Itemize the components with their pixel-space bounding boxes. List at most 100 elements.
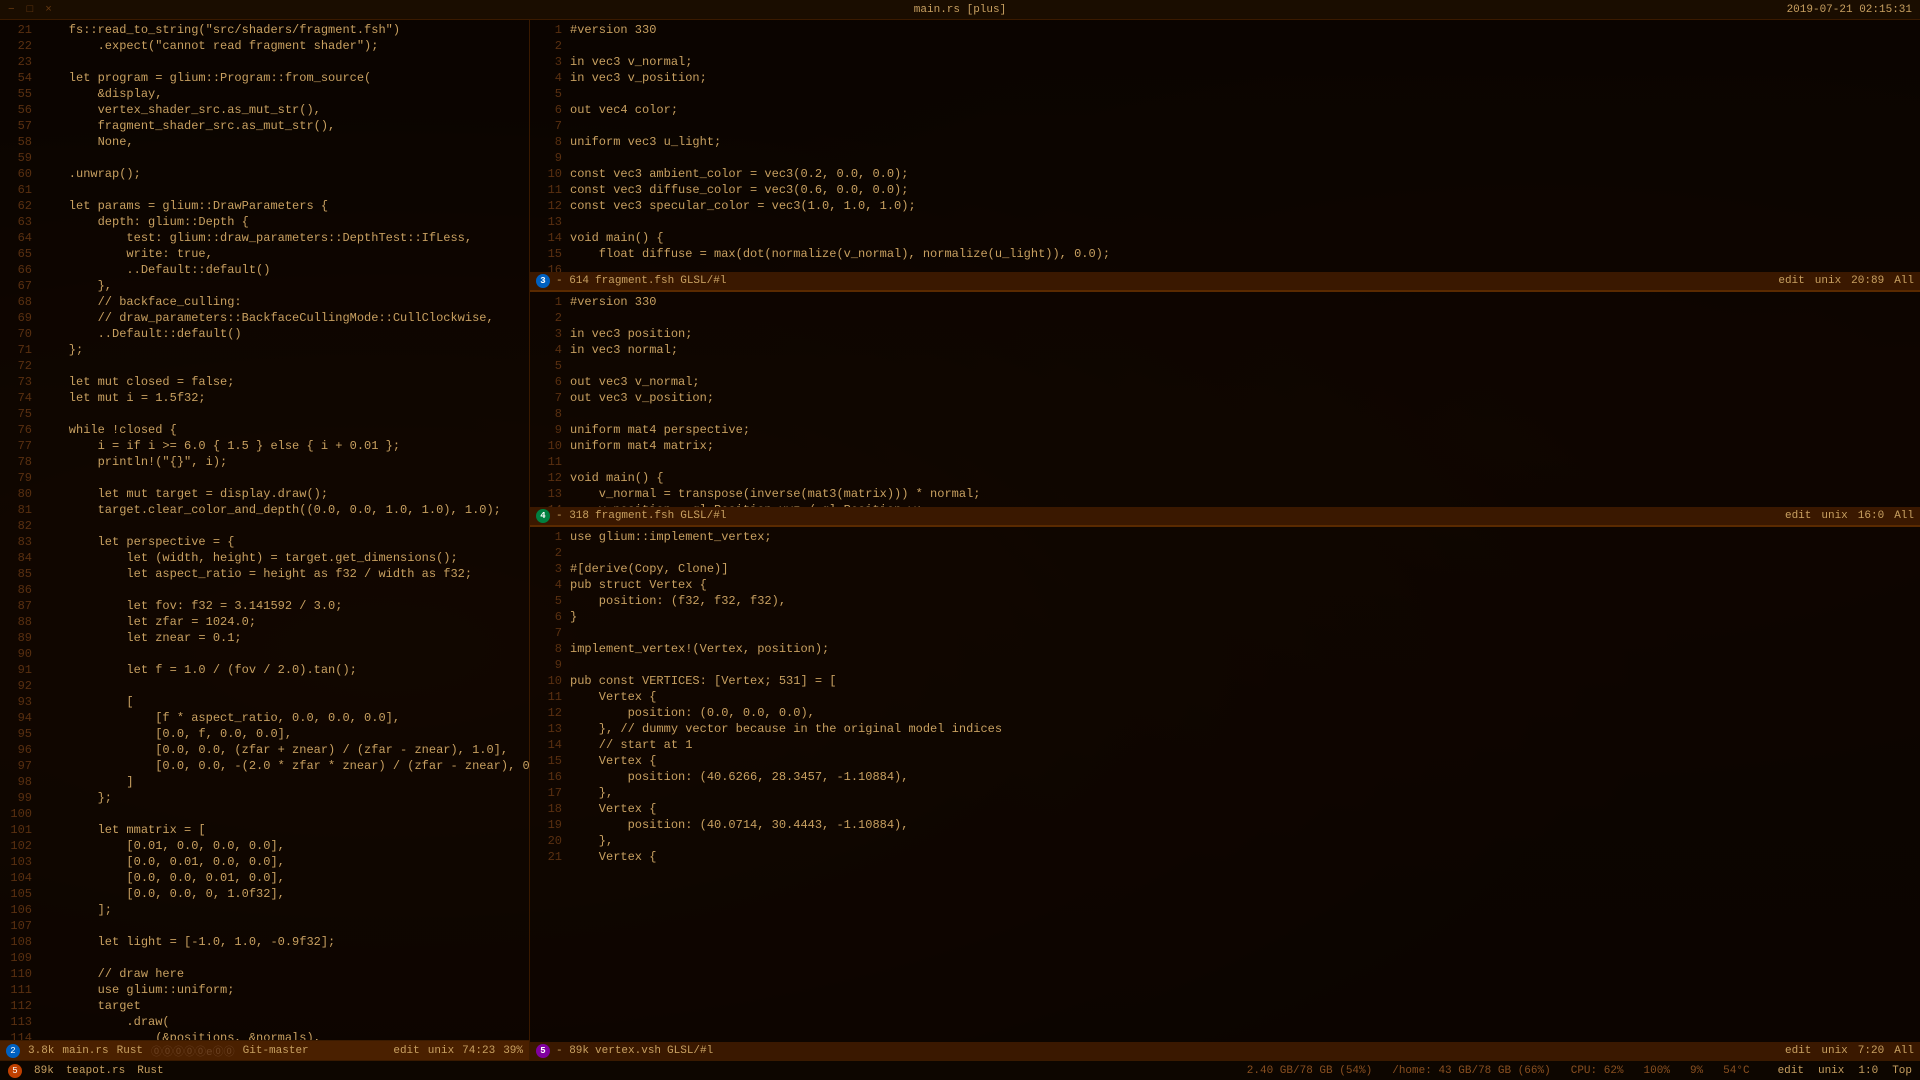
- line-text: [570, 454, 1920, 470]
- code-line: 87 let fov: f32 = 3.141592 / 3.0;: [0, 598, 529, 614]
- line-text: [40, 918, 529, 934]
- line-text: let light = [-1.0, 1.0, -0.9f32];: [40, 934, 529, 950]
- line-text: [570, 545, 1920, 561]
- line-number: 9: [530, 150, 570, 166]
- line-number: 57: [0, 118, 40, 134]
- line-number: 69: [0, 310, 40, 326]
- line-number: 12: [530, 705, 570, 721]
- line-text: let f = 1.0 / (fov / 2.0).tan();: [40, 662, 529, 678]
- line-number: 99: [0, 790, 40, 806]
- right-pane: 1#version 33023in vec3 v_normal;4in vec3…: [530, 20, 1920, 1060]
- line-number: 62: [0, 198, 40, 214]
- right-bot-filetype: GLSL/#l: [667, 1045, 713, 1057]
- line-text: [0.0, 0.01, 0.0, 0.0],: [40, 854, 529, 870]
- close-button[interactable]: ×: [45, 4, 52, 16]
- left-branch: Git-master: [243, 1045, 309, 1057]
- left-encoding: unix: [428, 1045, 454, 1057]
- code-line: 92: [0, 678, 529, 694]
- line-text: position: (40.0714, 30.4443, -1.10884),: [570, 817, 1920, 833]
- line-text: .draw(: [40, 1014, 529, 1030]
- minimize-button[interactable]: −: [8, 4, 15, 16]
- code-line: 64 test: glium::draw_parameters::DepthTe…: [0, 230, 529, 246]
- line-text: [40, 54, 529, 70]
- line-number: 5: [530, 358, 570, 374]
- code-line: 111 use glium::uniform;: [0, 982, 529, 998]
- line-text: [40, 182, 529, 198]
- right-top-panel: 1#version 33023in vec3 v_normal;4in vec3…: [530, 20, 1920, 290]
- code-line: 12void main() {: [530, 470, 1920, 486]
- code-line: 59: [0, 150, 529, 166]
- code-line: 56 vertex_shader_src.as_mut_str(),: [0, 102, 529, 118]
- line-number: 106: [0, 902, 40, 918]
- code-line: 90: [0, 646, 529, 662]
- line-text: depth: glium::Depth {: [40, 214, 529, 230]
- right-bot-panel: 1use glium::implement_vertex;23#[derive(…: [530, 525, 1920, 1060]
- right-mid-code[interactable]: 1#version 33023in vec3 position;4in vec3…: [530, 292, 1920, 507]
- line-number: 67: [0, 278, 40, 294]
- line-number: 3: [530, 326, 570, 342]
- line-text: [40, 406, 529, 422]
- line-text: ];: [40, 902, 529, 918]
- line-text: [570, 262, 1920, 272]
- right-top-filetype: GLSL/#l: [680, 275, 726, 287]
- right-bot-code[interactable]: 1use glium::implement_vertex;23#[derive(…: [530, 527, 1920, 1042]
- line-text: },: [40, 278, 529, 294]
- line-number: 64: [0, 230, 40, 246]
- code-line: 70 ..Default::default(): [0, 326, 529, 342]
- line-text: },: [570, 785, 1920, 801]
- code-line: 2: [530, 38, 1920, 54]
- line-text: let perspective = {: [40, 534, 529, 550]
- code-line: 74 let mut i = 1.5f32;: [0, 390, 529, 406]
- line-number: 9: [530, 657, 570, 673]
- right-top-status-right: edit unix 20:89 All: [1778, 275, 1914, 287]
- code-line: 16 position: (40.6266, 28.3457, -1.10884…: [530, 769, 1920, 785]
- bottom-right-status: edit unix 1:0 Top: [1778, 1065, 1912, 1077]
- line-number: 10: [530, 438, 570, 454]
- line-text: ..Default::default(): [40, 262, 529, 278]
- line-number: 3: [530, 561, 570, 577]
- line-text: let params = glium::DrawParameters {: [40, 198, 529, 214]
- right-top-code[interactable]: 1#version 33023in vec3 v_normal;4in vec3…: [530, 20, 1920, 272]
- right-bot-status-right: edit unix 7:20 All: [1785, 1045, 1914, 1057]
- line-text: out vec3 v_normal;: [570, 374, 1920, 390]
- line-text: implement_vertex!(Vertex, position);: [570, 641, 1920, 657]
- line-text: println!("{}", i);: [40, 454, 529, 470]
- code-line: 13 }, // dummy vector because in the ori…: [530, 721, 1920, 737]
- line-text: let znear = 0.1;: [40, 630, 529, 646]
- line-text: fs::read_to_string("src/shaders/fragment…: [40, 22, 529, 38]
- line-text: &display,: [40, 86, 529, 102]
- line-number: 14: [530, 230, 570, 246]
- line-number: 76: [0, 422, 40, 438]
- temp-info: 54°C: [1723, 1065, 1749, 1077]
- line-text: [570, 214, 1920, 230]
- line-text: position: (40.6266, 28.3457, -1.10884),: [570, 769, 1920, 785]
- line-text: #version 330: [570, 22, 1920, 38]
- line-number: 21: [530, 849, 570, 865]
- line-text: [570, 150, 1920, 166]
- line-text: }: [570, 609, 1920, 625]
- code-line: 89 let znear = 0.1;: [0, 630, 529, 646]
- line-number: 65: [0, 246, 40, 262]
- line-text: let zfar = 1024.0;: [40, 614, 529, 630]
- code-line: 7out vec3 v_position;: [530, 390, 1920, 406]
- code-line: 110 // draw here: [0, 966, 529, 982]
- line-number: 78: [0, 454, 40, 470]
- line-number: 6: [530, 374, 570, 390]
- line-number: 97: [0, 758, 40, 774]
- line-number: 71: [0, 342, 40, 358]
- line-number: 109: [0, 950, 40, 966]
- line-number: 2: [530, 38, 570, 54]
- code-line: 21 fs::read_to_string("src/shaders/fragm…: [0, 22, 529, 38]
- line-number: 11: [530, 689, 570, 705]
- top-bar: − □ × main.rs [plus] 2019-07-21 02:15:31: [0, 0, 1920, 20]
- line-text: [570, 406, 1920, 422]
- line-text: let mmatrix = [: [40, 822, 529, 838]
- line-text: [570, 38, 1920, 54]
- left-status-right: edit unix 74:23 39%: [393, 1045, 523, 1057]
- left-code-content[interactable]: 21 fs::read_to_string("src/shaders/fragm…: [0, 20, 529, 1040]
- left-pane-icon: 2: [6, 1044, 20, 1058]
- code-line: 15 Vertex {: [530, 753, 1920, 769]
- maximize-button[interactable]: □: [27, 4, 34, 16]
- right-mid-scroll: All: [1894, 510, 1914, 522]
- line-text: let mut closed = false;: [40, 374, 529, 390]
